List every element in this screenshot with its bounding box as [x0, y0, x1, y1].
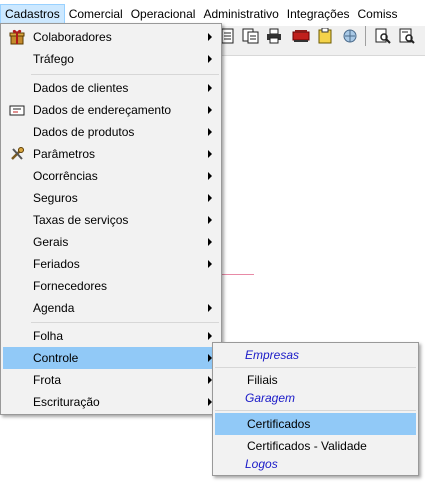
document-icon[interactable] [221, 28, 237, 44]
background-line [222, 274, 254, 275]
stamp-icon[interactable] [292, 28, 310, 44]
menu-item-dados-de-clientes[interactable]: Dados de clientes [3, 77, 219, 99]
submenu-header-empresas: Empresas [215, 344, 416, 366]
submenu-arrow-icon [208, 106, 212, 114]
submenu-arrow-icon [208, 238, 212, 246]
menu-item-label: Dados de produtos [33, 125, 135, 139]
find-document-icon[interactable] [375, 28, 391, 44]
submenu-item-label: Certificados - Validade [247, 439, 367, 453]
network-icon[interactable] [342, 28, 358, 44]
menu-item-agenda[interactable]: Agenda [3, 297, 219, 319]
menu-item-label: Folha [33, 329, 64, 343]
menu-item-label: Seguros [33, 191, 78, 205]
cadastros-menu: Colaboradores Tráfego Dados de clientes … [0, 23, 222, 415]
report-search-icon[interactable] [399, 28, 415, 44]
menu-separator [215, 367, 416, 368]
menu-item-ocorrencias[interactable]: Ocorrências [3, 165, 219, 187]
submenu-arrow-icon [208, 332, 212, 340]
submenu-item-label: Filiais [247, 373, 278, 387]
menu-item-feriados[interactable]: Feriados [3, 253, 219, 275]
clipboard-icon[interactable] [318, 27, 334, 44]
menu-item-label: Dados de endereçamento [33, 103, 172, 117]
menu-integracoes[interactable]: Integrações [283, 4, 354, 24]
menu-item-escrituracao[interactable]: Escrituração [3, 391, 219, 413]
gift-box-icon [9, 29, 25, 45]
menu-item-label: Colaboradores [33, 30, 112, 44]
menu-separator [31, 322, 219, 323]
menu-item-controle[interactable]: Controle [3, 347, 219, 369]
copy-pages-icon[interactable] [242, 28, 259, 44]
menu-item-gerais[interactable]: Gerais [3, 231, 219, 253]
menu-item-fornecedores[interactable]: Fornecedores [3, 275, 219, 297]
controle-submenu: Empresas Filiais Garagem Certificados Ce… [212, 342, 419, 476]
menu-item-frota[interactable]: Frota [3, 369, 219, 391]
menu-item-label: Fornecedores [33, 279, 108, 293]
menu-item-label: Agenda [33, 301, 75, 315]
menu-item-label: Ocorrências [33, 169, 98, 183]
printer-icon[interactable] [266, 28, 282, 44]
submenu-header-label: Logos [245, 457, 278, 471]
submenu-arrow-icon [208, 194, 212, 202]
toolbar-separator [365, 26, 366, 46]
submenu-header-logos: Logos [215, 453, 416, 475]
menu-item-seguros[interactable]: Seguros [3, 187, 219, 209]
menu-item-dados-de-produtos[interactable]: Dados de produtos [3, 121, 219, 143]
menu-separator [215, 410, 416, 411]
menu-comercial[interactable]: Comercial [65, 4, 127, 24]
menu-item-label: Tráfego [33, 52, 74, 66]
submenu-arrow-icon [208, 33, 212, 41]
menu-item-colaboradores[interactable]: Colaboradores [3, 26, 219, 48]
menu-comiss[interactable]: Comiss [354, 4, 402, 24]
menu-item-folha[interactable]: Folha [3, 325, 219, 347]
menu-administrativo[interactable]: Administrativo [199, 4, 282, 24]
menu-item-dados-de-enderecamento[interactable]: Dados de endereçamento [3, 99, 219, 121]
menu-item-taxas-de-servicos[interactable]: Taxas de serviços [3, 209, 219, 231]
submenu-arrow-icon [208, 216, 212, 224]
menu-cadastros[interactable]: Cadastros [0, 3, 65, 24]
submenu-arrow-icon [208, 172, 212, 180]
submenu-arrow-icon [208, 55, 212, 63]
menu-item-label: Controle [33, 351, 79, 365]
menu-item-label: Dados de clientes [33, 81, 129, 95]
submenu-header-garagem: Garagem [215, 387, 416, 409]
submenu-item-label: Certificados [247, 417, 311, 431]
submenu-arrow-icon [208, 304, 212, 312]
submenu-header-label: Empresas [245, 348, 300, 362]
submenu-header-label: Garagem [245, 391, 296, 405]
menu-item-label: Frota [33, 373, 62, 387]
menu-item-label: Gerais [33, 235, 69, 249]
submenu-item-certificados[interactable]: Certificados [215, 413, 416, 435]
menu-item-label: Taxas de serviços [33, 213, 129, 227]
tools-icon [9, 146, 25, 162]
submenu-arrow-icon [208, 84, 212, 92]
menu-operacional[interactable]: Operacional [127, 4, 200, 24]
address-card-icon [9, 102, 25, 118]
submenu-arrow-icon [208, 260, 212, 268]
menu-item-label: Escrituração [33, 395, 100, 409]
submenu-arrow-icon [208, 150, 212, 158]
menu-item-parametros[interactable]: Parâmetros [3, 143, 219, 165]
menu-item-label: Feriados [33, 257, 80, 271]
menu-item-trafego[interactable]: Tráfego [3, 48, 219, 70]
menu-item-label: Parâmetros [33, 147, 96, 161]
menu-separator [31, 74, 219, 75]
submenu-arrow-icon [208, 128, 212, 136]
